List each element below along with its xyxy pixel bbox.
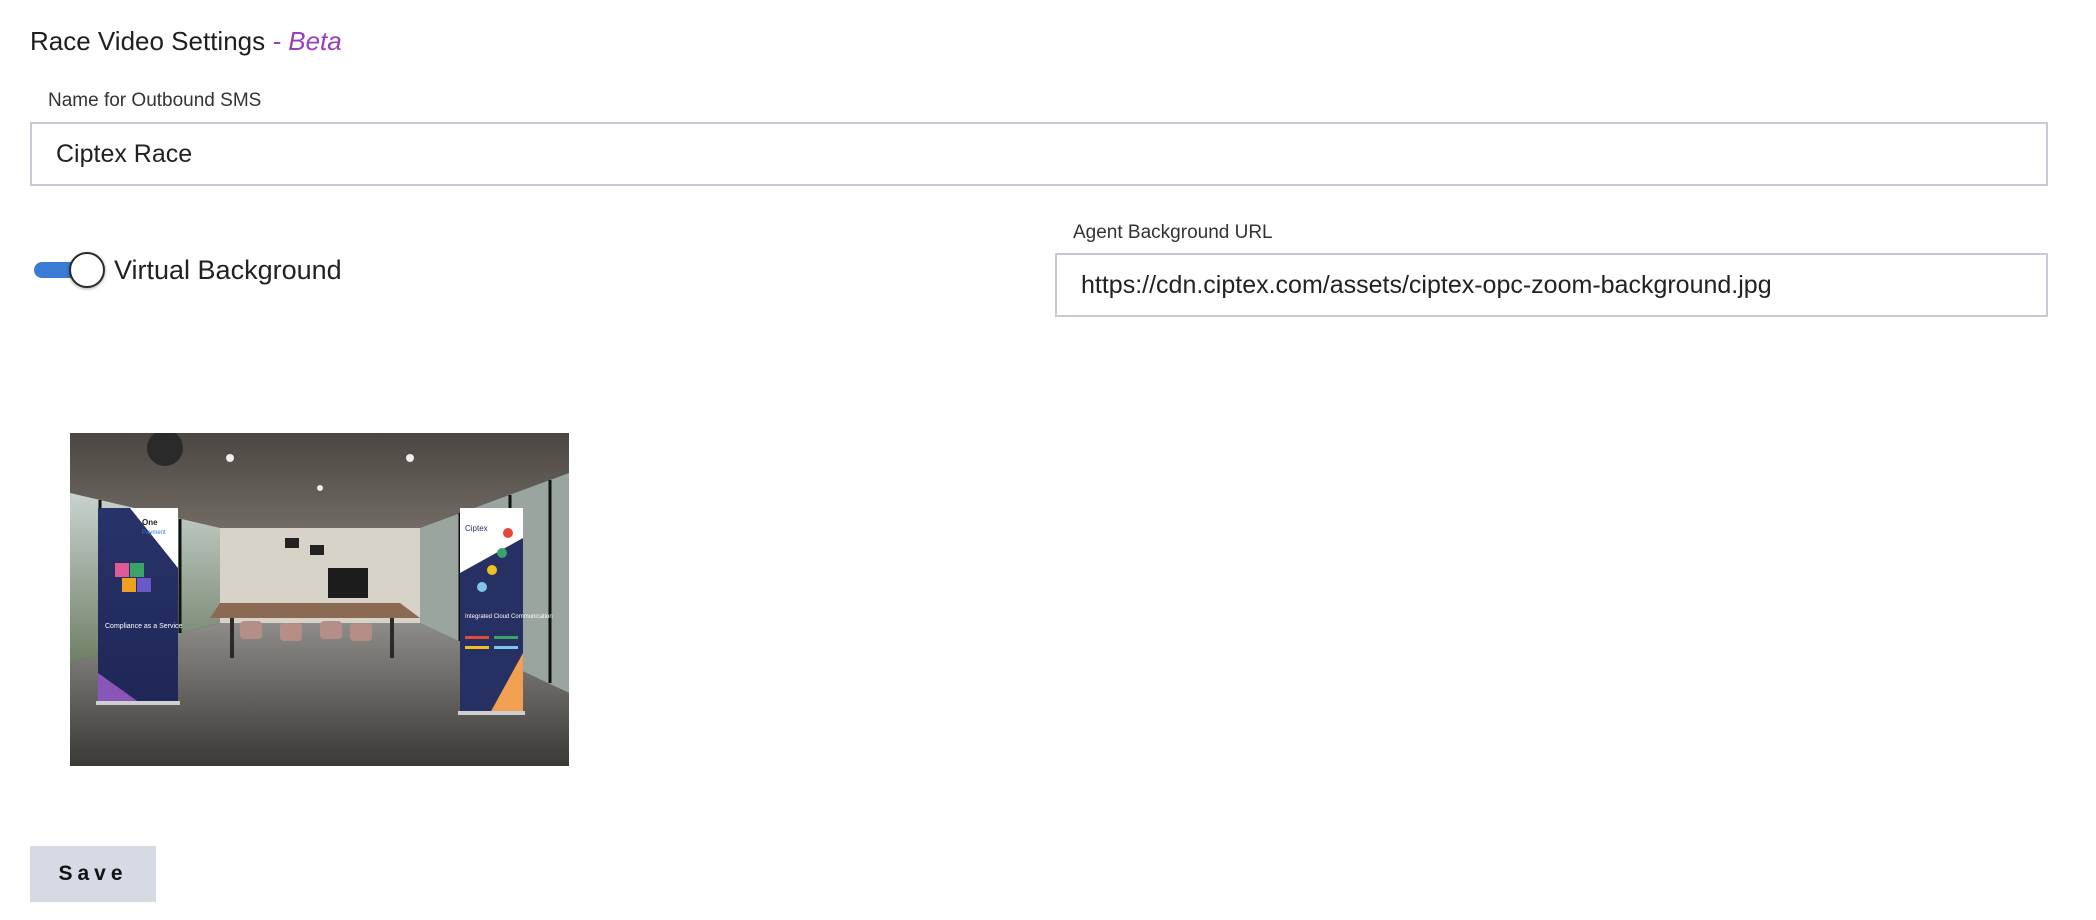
virtual-background-label: Virtual Background [114, 255, 342, 285]
left-banner-headline-top: One [142, 518, 158, 527]
race-video-settings-page: Race Video Settings - Beta Name for Outb… [0, 0, 2096, 920]
left-banner-headline-main: Compliance as a Service [105, 623, 183, 630]
left-banner: One Payment Compliance as a Service [96, 508, 183, 705]
page-title: Race Video Settings - Beta [30, 26, 342, 57]
save-button[interactable]: Save [30, 846, 156, 902]
beta-tag: - Beta [272, 26, 342, 56]
outbound-sms-label: Name for Outbound SMS [48, 90, 262, 111]
background-preview-image: One Payment Compliance as a Service Cipt… [70, 433, 569, 766]
toggle-knob [69, 252, 105, 288]
right-banner-brand: Ciptex [465, 524, 488, 533]
agent-background-url-label: Agent Background URL [1073, 222, 1273, 243]
virtual-background-toggle[interactable] [34, 252, 106, 288]
outbound-sms-name-input[interactable] [30, 122, 2048, 186]
agent-background-url-input[interactable] [1055, 253, 2048, 317]
page-title-text: Race Video Settings [30, 26, 266, 56]
left-banner-headline-small: Payment [142, 530, 166, 536]
right-banner-headline-main: Integrated Cloud Communication [465, 614, 553, 620]
office-background-illustration: One Payment Compliance as a Service Cipt… [70, 433, 569, 766]
